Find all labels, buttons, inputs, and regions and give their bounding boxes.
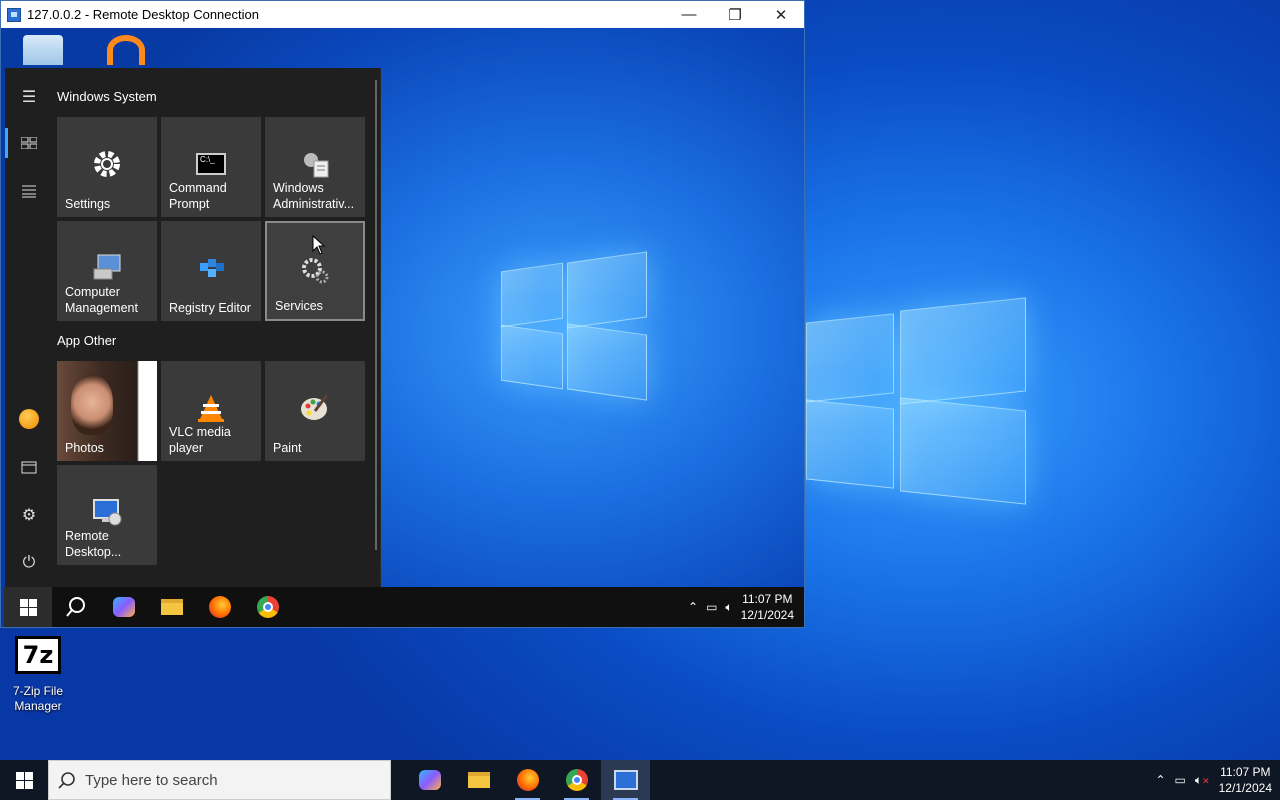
host-firefox-button[interactable] bbox=[503, 760, 552, 800]
tile-settings[interactable]: Settings bbox=[57, 117, 157, 217]
mouse-cursor-icon bbox=[312, 235, 326, 255]
taskbar-search-box[interactable]: Type here to search bbox=[48, 760, 391, 800]
chevron-up-icon[interactable]: ⌃ bbox=[688, 600, 698, 614]
tile-computer-management[interactable]: Computer Management bbox=[57, 221, 157, 321]
windows-start-icon bbox=[15, 771, 33, 789]
copilot-icon bbox=[113, 597, 135, 617]
host-chrome-button[interactable] bbox=[552, 760, 601, 800]
admin-tools-icon bbox=[298, 147, 332, 181]
remote-desktop-icon bbox=[90, 495, 124, 529]
window-title: 127.0.0.2 - Remote Desktop Connection bbox=[27, 7, 259, 22]
guest-chrome-button[interactable] bbox=[244, 587, 292, 627]
registry-icon bbox=[194, 251, 228, 285]
photos-tile bbox=[71, 375, 113, 435]
cmd-icon: C:\_ bbox=[194, 147, 228, 181]
recycle-bin-icon[interactable] bbox=[23, 35, 63, 65]
tiles-icon[interactable] bbox=[5, 120, 53, 166]
host-remote-desktop-button[interactable] bbox=[601, 760, 650, 800]
search-icon bbox=[49, 771, 85, 789]
host-taskbar[interactable]: Type here to search ⌃ ▭ 🔈︎✕ 11:07 PM 12/… bbox=[0, 760, 1280, 800]
file-explorer-icon bbox=[161, 599, 183, 615]
tile-vlc[interactable]: VLC media player bbox=[161, 361, 261, 461]
windows-start-icon bbox=[19, 598, 37, 616]
guest-copilot-button[interactable] bbox=[100, 587, 148, 627]
host-clock[interactable]: 11:07 PM 12/1/2024 bbox=[1219, 764, 1272, 796]
guest-clock[interactable]: 11:07 PM 12/1/2024 bbox=[741, 591, 794, 623]
guest-taskbar[interactable]: ⌃ ▭ 🔈︎ 11:07 PM 12/1/2024 bbox=[4, 587, 804, 627]
window-title-bar[interactable]: 127.0.0.2 - Remote Desktop Connection — … bbox=[1, 1, 804, 28]
host-start-button[interactable] bbox=[0, 760, 48, 800]
network-icon[interactable]: ▭ bbox=[706, 600, 717, 614]
group-title-app-other: App Other bbox=[57, 333, 117, 348]
start-menu[interactable]: ☰ ⚙ ⏻ Windows System Settings C:\_ Comma… bbox=[5, 68, 381, 588]
tile-photos[interactable]: Photos bbox=[57, 361, 157, 461]
firefox-icon bbox=[209, 596, 231, 618]
guest-firefox-button[interactable] bbox=[196, 587, 244, 627]
remote-desktop-window[interactable]: 127.0.0.2 - Remote Desktop Connection — … bbox=[0, 0, 805, 628]
power-icon[interactable]: ⏻ bbox=[5, 540, 53, 586]
documents-icon[interactable] bbox=[5, 444, 53, 490]
group-title-windows-system: Windows System bbox=[57, 89, 157, 104]
host-file-explorer-button[interactable] bbox=[454, 760, 503, 800]
copilot-icon bbox=[418, 770, 441, 790]
minimize-button[interactable]: — bbox=[666, 1, 712, 28]
gear-icon bbox=[90, 147, 124, 181]
paint-icon bbox=[298, 391, 332, 425]
settings-icon[interactable]: ⚙ bbox=[5, 492, 53, 538]
desktop-icon-label: 7-Zip File Manager bbox=[12, 684, 63, 713]
chevron-up-icon[interactable]: ⌃ bbox=[1155, 773, 1165, 787]
network-icon[interactable]: ▭ bbox=[1175, 773, 1186, 787]
chrome-icon bbox=[565, 769, 588, 791]
computer-management-icon bbox=[90, 251, 124, 285]
7zip-icon: 7z bbox=[15, 636, 61, 674]
remote-desktop-icon bbox=[613, 770, 638, 790]
search-placeholder: Type here to search bbox=[85, 771, 218, 789]
guest-file-explorer-button[interactable] bbox=[148, 587, 196, 627]
host-wallpaper-logo bbox=[806, 297, 1028, 505]
desktop-icon-7zip[interactable]: 7z 7-Zip File Manager bbox=[8, 636, 68, 714]
list-icon[interactable] bbox=[5, 168, 53, 214]
chrome-icon bbox=[257, 596, 279, 618]
vlc-icon bbox=[194, 391, 228, 425]
remote-desktop-icon bbox=[7, 7, 21, 22]
hamburger-icon[interactable]: ☰ bbox=[5, 74, 53, 120]
guest-start-button[interactable] bbox=[4, 587, 52, 627]
host-copilot-button[interactable] bbox=[405, 760, 454, 800]
guest-search-button[interactable] bbox=[52, 587, 100, 627]
close-button[interactable]: ✕ bbox=[758, 1, 804, 28]
firefox-icon bbox=[516, 769, 539, 791]
start-menu-scrollbar[interactable] bbox=[375, 80, 377, 550]
file-explorer-icon bbox=[467, 772, 490, 788]
tile-paint[interactable]: Paint bbox=[265, 361, 365, 461]
services-gear-icon bbox=[298, 253, 332, 287]
tile-command-prompt[interactable]: C:\_ Command Prompt bbox=[161, 117, 261, 217]
restore-button[interactable]: ❐ bbox=[712, 1, 758, 28]
guest-wallpaper-logo bbox=[501, 251, 651, 401]
user-avatar-icon[interactable] bbox=[5, 396, 53, 442]
volume-muted-icon[interactable]: 🔈︎✕ bbox=[1195, 773, 1210, 788]
start-rail: ☰ ⚙ ⏻ bbox=[5, 68, 53, 588]
orange-app-icon[interactable] bbox=[107, 35, 145, 65]
volume-icon[interactable]: 🔈︎ bbox=[725, 600, 732, 615]
tile-registry-editor[interactable]: Registry Editor bbox=[161, 221, 261, 321]
search-icon bbox=[66, 597, 85, 617]
tile-remote-desktop[interactable]: Remote Desktop... bbox=[57, 465, 157, 565]
tile-windows-administrative[interactable]: Windows Administrativ... bbox=[265, 117, 365, 217]
